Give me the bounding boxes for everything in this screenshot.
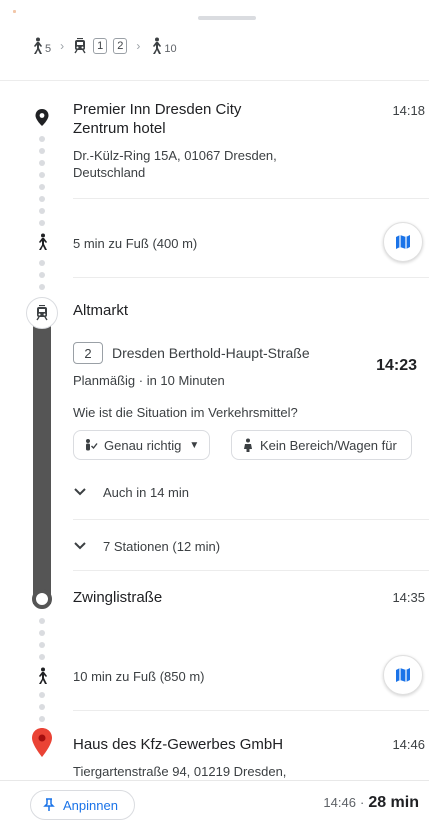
walk-icon	[34, 37, 42, 54]
map-button[interactable]	[383, 655, 423, 695]
chevron-down-icon: ▼	[189, 439, 200, 451]
occupancy-icon	[86, 439, 98, 451]
origin-stop[interactable]: Premier Inn Dresden City Zentrum hotel D…	[73, 100, 429, 181]
divider	[73, 519, 429, 520]
occupancy-question: Wie ist die Situation im Verkehrsmittel?	[73, 404, 429, 421]
tram-stop-marker	[26, 297, 58, 329]
occupancy-chip-fit[interactable]: Genau richtig ▼	[73, 430, 211, 460]
occupancy-chip-fit-label: Genau richtig	[104, 437, 182, 453]
map-icon	[396, 235, 410, 249]
origin-time: 14:18	[392, 103, 425, 118]
origin-address-line2: Deutschland	[73, 165, 146, 180]
trip-summary: 14:46 · 28 min	[323, 794, 419, 812]
tram-rail	[33, 304, 51, 604]
destination-name: Haus des Kfz-Gewerbes GmbH	[73, 736, 284, 753]
route-summary: 5 › 1 2 › 10	[30, 28, 177, 64]
map-button[interactable]	[383, 222, 423, 262]
occupancy-chip-area-label: Kein Bereich/Wagen für	[260, 437, 397, 453]
arrival-stop-marker	[32, 589, 52, 609]
location-pin-icon	[35, 109, 49, 126]
destination-stop[interactable]: Haus des Kfz-Gewerbes GmbH Tiergartenstr…	[73, 735, 429, 780]
walk-label-2: 10 min zu Fuß (850 m)	[73, 669, 205, 684]
walk-rail	[33, 133, 51, 229]
walk-rail	[33, 257, 51, 293]
walk-rail	[33, 689, 51, 725]
trip-duration: 28 min	[368, 794, 419, 811]
walk-icon	[39, 233, 47, 250]
walk-segment-1: 5	[30, 37, 51, 55]
pin-button-label: Anpinnen	[63, 797, 118, 813]
pin-icon	[43, 798, 55, 811]
destination-address: Tiergartenstraße 94, 01219 Dresden,	[73, 764, 287, 779]
divider	[0, 80, 429, 81]
stations-label: 7 Stationen (12 min)	[103, 539, 221, 554]
occupancy-chip-area[interactable]: Kein Bereich/Wagen für	[231, 430, 412, 460]
pin-button[interactable]: Anpinnen	[30, 790, 135, 820]
walk-icon	[153, 37, 162, 54]
drag-handle[interactable]	[198, 16, 256, 20]
arrival-stop-time: 14:35	[392, 590, 425, 605]
walk-minutes-2: 10	[164, 43, 177, 55]
tram-icon	[36, 305, 48, 321]
footer-bar: Anpinnen 14:46 · 28 min	[0, 781, 429, 823]
tram-direction: Dresden Berthold-Haupt-Straße	[112, 344, 310, 361]
occupancy-question-text: Wie ist die Situation im Verkehrsmittel?	[73, 405, 298, 420]
destination-pin-icon	[32, 728, 52, 757]
walk-label-1: 5 min zu Fuß (400 m)	[73, 236, 198, 251]
departure-stop[interactable]: Altmarkt	[73, 301, 429, 320]
departure-stop-name: Altmarkt	[73, 302, 129, 319]
origin-name: Premier Inn Dresden City	[73, 101, 242, 118]
corner-mark	[13, 10, 16, 13]
divider	[73, 277, 429, 278]
walk-rail	[33, 615, 51, 663]
walk-segment-2: 10	[149, 37, 177, 55]
also-departs-expander[interactable]: Auch in 14 min	[73, 485, 189, 500]
walk-step-1: 5 min zu Fuß (400 m)	[73, 235, 429, 252]
person-icon	[244, 438, 252, 452]
destination-time: 14:46	[392, 737, 425, 752]
walk-minutes-1: 5	[45, 43, 52, 55]
origin-name-line2: Zentrum hotel	[73, 120, 166, 137]
tram-line-badge: 1	[93, 38, 108, 54]
tram-line-badge: 2	[113, 38, 128, 54]
chevron-down-icon	[73, 485, 91, 500]
also-departs-label: Auch in 14 min	[103, 485, 189, 500]
chevron-down-icon	[73, 539, 91, 554]
arrival-time: 14:46	[323, 795, 356, 810]
arrival-stop[interactable]: Zwinglistraße	[73, 588, 429, 607]
separator: ·	[359, 795, 365, 810]
tram-icon	[74, 38, 86, 54]
walk-step-2: 10 min zu Fuß (850 m)	[73, 668, 429, 685]
divider	[73, 710, 429, 711]
map-icon	[396, 668, 410, 682]
stations-expander[interactable]: 7 Stationen (12 min)	[73, 539, 220, 554]
walk-icon	[39, 667, 47, 684]
origin-address: Dr.-Külz-Ring 15A, 01067 Dresden,	[73, 148, 277, 163]
divider	[73, 198, 429, 199]
tram-line-badge: 2	[73, 342, 103, 364]
tram-departure-time: 14:23	[376, 357, 417, 374]
divider	[73, 570, 429, 571]
chevron-right-icon: ›	[60, 39, 65, 53]
chevron-right-icon: ›	[136, 39, 141, 53]
arrival-stop-name: Zwinglistraße	[73, 589, 163, 606]
